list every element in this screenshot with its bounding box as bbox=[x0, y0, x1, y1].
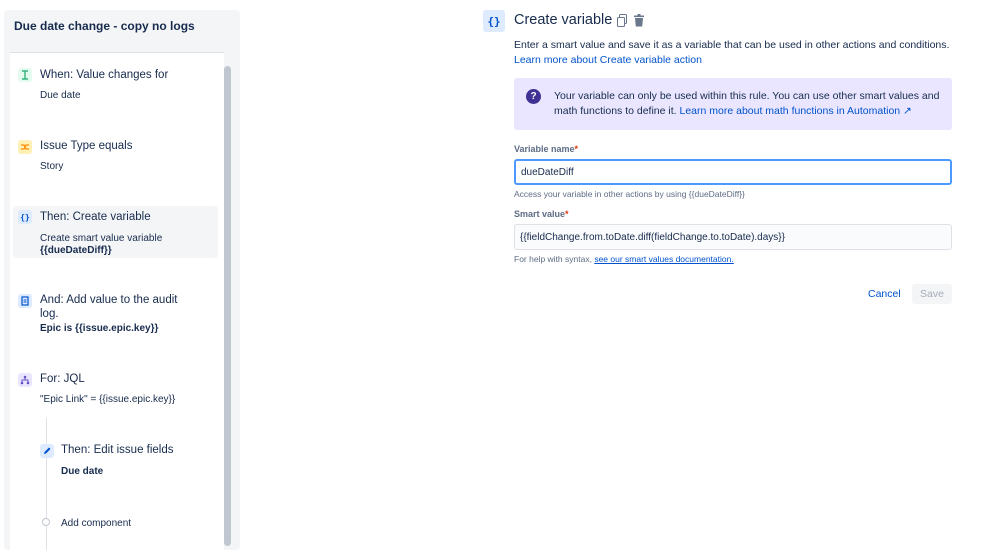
step-condition-title[interactable]: Issue Type equals bbox=[40, 140, 133, 152]
rule-panel-scrollbar[interactable] bbox=[224, 66, 231, 546]
trash-icon[interactable] bbox=[633, 14, 645, 27]
step-trigger-title[interactable]: When: Value changes for bbox=[40, 69, 168, 81]
copy-icon[interactable] bbox=[616, 14, 628, 27]
smart-values-docs-link[interactable]: see our smart values documentation. bbox=[594, 254, 733, 264]
save-button[interactable]: Save bbox=[912, 284, 952, 304]
panel-description: Enter a smart value and save it as a var… bbox=[514, 39, 950, 51]
braces-icon: {} bbox=[18, 210, 32, 224]
step-audit-value: Epic is {{issue.epic.key}} bbox=[40, 323, 159, 334]
required-asterisk: * bbox=[574, 144, 579, 154]
variable-name-value: dueDateDiff bbox=[521, 166, 574, 178]
braces-icon: {} bbox=[483, 10, 505, 32]
smart-value-help-prefix: For help with syntax, bbox=[514, 254, 592, 264]
smart-value-label: Smart value* bbox=[514, 209, 569, 219]
step-create-variable-title[interactable]: Then: Create variable bbox=[40, 211, 151, 223]
smart-value-label-text: Smart value bbox=[514, 209, 566, 219]
branch-icon bbox=[18, 373, 32, 387]
step-branch-sub: "Epic Link" = {{issue.epic.key}} bbox=[40, 394, 176, 405]
info-text-line1: Your variable can only be used within th… bbox=[554, 90, 940, 102]
math-functions-link[interactable]: Learn more about math functions in Autom… bbox=[680, 105, 912, 117]
audit-log-icon bbox=[18, 294, 32, 308]
step-branch-title[interactable]: For: JQL bbox=[40, 373, 85, 385]
trigger-icon bbox=[18, 68, 32, 82]
step-audit-title[interactable]: And: Add value to the audit bbox=[40, 294, 177, 306]
step-edit-title[interactable]: Then: Edit issue fields bbox=[61, 444, 174, 456]
variable-name-label-text: Variable name bbox=[514, 144, 575, 154]
info-text-line2: math functions to define it. Learn more … bbox=[554, 105, 912, 117]
add-component-link[interactable]: Add component bbox=[61, 518, 131, 529]
condition-icon bbox=[18, 140, 32, 154]
question-icon: ? bbox=[526, 89, 541, 104]
add-component-dot-icon bbox=[42, 518, 50, 526]
step-trigger-sub: Due date bbox=[40, 90, 81, 101]
smart-value-input[interactable]: {{fieldChange.from.toDate.diff(fieldChan… bbox=[514, 224, 952, 250]
smart-value-value: {{fieldChange.from.toDate.diff(fieldChan… bbox=[520, 231, 785, 243]
step-audit-title-line2: log. bbox=[40, 308, 59, 320]
variable-name-label: Variable name* bbox=[514, 144, 578, 154]
step-condition-sub: Story bbox=[40, 161, 64, 172]
step-create-variable-sub: Create smart value variable bbox=[40, 233, 163, 244]
info-text-line2-prefix: math functions to define it. bbox=[554, 105, 677, 117]
learn-more-link[interactable]: Learn more about Create variable action bbox=[514, 54, 702, 66]
required-asterisk: * bbox=[565, 209, 569, 219]
info-banner: ? Your variable can only be used within … bbox=[514, 78, 952, 130]
step-edit-value: Due date bbox=[61, 466, 104, 477]
variable-name-help: Access your variable in other actions by… bbox=[514, 189, 745, 199]
pencil-icon bbox=[40, 444, 54, 458]
smart-value-help: For help with syntax, see our smart valu… bbox=[514, 254, 734, 264]
cancel-button[interactable]: Cancel bbox=[862, 284, 907, 304]
rule-title: Due date change - copy no logs bbox=[14, 19, 195, 33]
branch-connector-line bbox=[46, 418, 47, 550]
step-create-variable-value: {{dueDateDiff}} bbox=[40, 245, 112, 256]
panel-title: Create variable bbox=[514, 12, 613, 28]
variable-name-input[interactable]: dueDateDiff bbox=[514, 159, 952, 185]
